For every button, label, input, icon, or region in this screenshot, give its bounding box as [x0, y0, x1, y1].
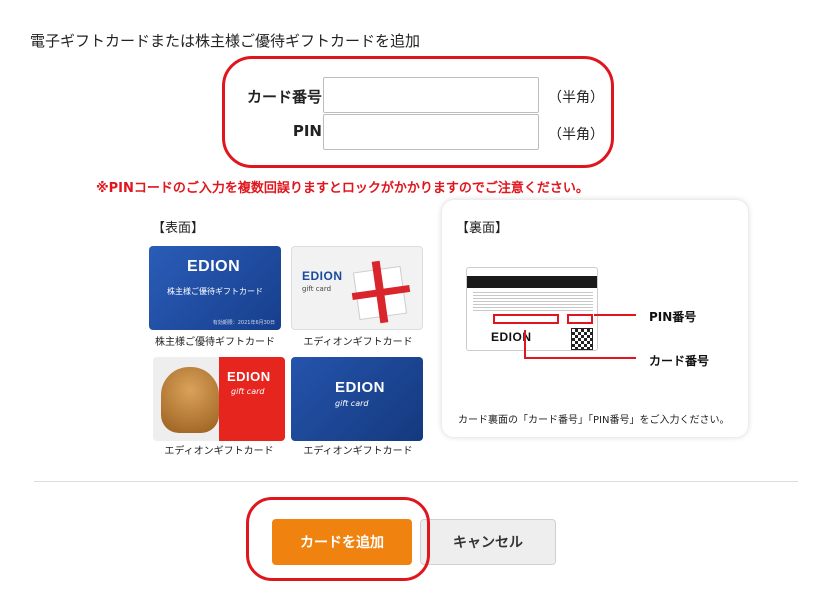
- card-number-label: カード番号: [246, 88, 322, 106]
- card-image-blue: EDION gift card: [291, 357, 423, 441]
- add-card-button[interactable]: カードを追加: [272, 519, 412, 565]
- card-number-highlight: [493, 314, 559, 324]
- card-number-input[interactable]: [323, 77, 539, 113]
- pin-label: PIN: [292, 122, 322, 140]
- divider: [34, 481, 798, 482]
- dog-picture: [161, 367, 219, 433]
- card-subtitle: 株主様ご優待ギフトカード: [167, 287, 263, 296]
- page-title: 電子ギフトカードまたは株主様ご優待ギフトカードを追加: [30, 32, 421, 50]
- magnetic-stripe: [467, 276, 597, 288]
- card-caption: 株主様ご優待ギフトカード: [155, 337, 275, 348]
- fine-print: [473, 292, 593, 312]
- card-subtitle: gift card: [231, 387, 265, 396]
- back-side-label: 【裏面】: [456, 221, 509, 236]
- card-image-gift-box: EDION gift card: [291, 246, 423, 330]
- card-back-note: カード裏面の「カード番号」「PIN番号」をご入力ください。: [458, 415, 730, 426]
- pin-lock-warning: ※PINコードのご入力を複数回誤りますとロックがかかりますのでご注意ください。: [96, 181, 589, 196]
- card-caption: エディオンギフトカード: [303, 446, 413, 457]
- card-expiry: 有効期限：2021年6月30日: [212, 320, 275, 326]
- qr-code-icon: [571, 328, 593, 350]
- front-side-label: 【表面】: [152, 221, 205, 236]
- pin-input[interactable]: [323, 114, 539, 150]
- card-caption: エディオンギフトカード: [164, 446, 274, 457]
- card-number-pointer-line: [524, 357, 636, 359]
- pin-pointer-line: [594, 314, 636, 316]
- edion-logo: EDION: [335, 379, 386, 396]
- cancel-button[interactable]: キャンセル: [420, 519, 556, 565]
- edion-logo: EDION: [187, 258, 241, 275]
- card-number-tag: カード番号: [649, 354, 710, 368]
- card-number-note: （半角）: [548, 90, 604, 106]
- edion-logo: EDION: [227, 369, 271, 384]
- pin-note: （半角）: [548, 127, 604, 143]
- pin-highlight: [567, 314, 593, 324]
- pin-number-tag: PIN番号: [649, 310, 697, 324]
- card-image-shareholder: EDION 株主様ご優待ギフトカード 有効期限：2021年6月30日: [149, 246, 281, 330]
- card-number-pointer-line: [524, 330, 526, 359]
- card-image-dog: EDION gift card: [153, 357, 285, 441]
- edion-logo: EDION: [302, 269, 343, 283]
- card-back-image: EDION: [466, 267, 598, 351]
- card-subtitle: gift card: [302, 285, 332, 293]
- card-subtitle: gift card: [335, 399, 369, 408]
- card-caption: エディオンギフトカード: [303, 337, 413, 348]
